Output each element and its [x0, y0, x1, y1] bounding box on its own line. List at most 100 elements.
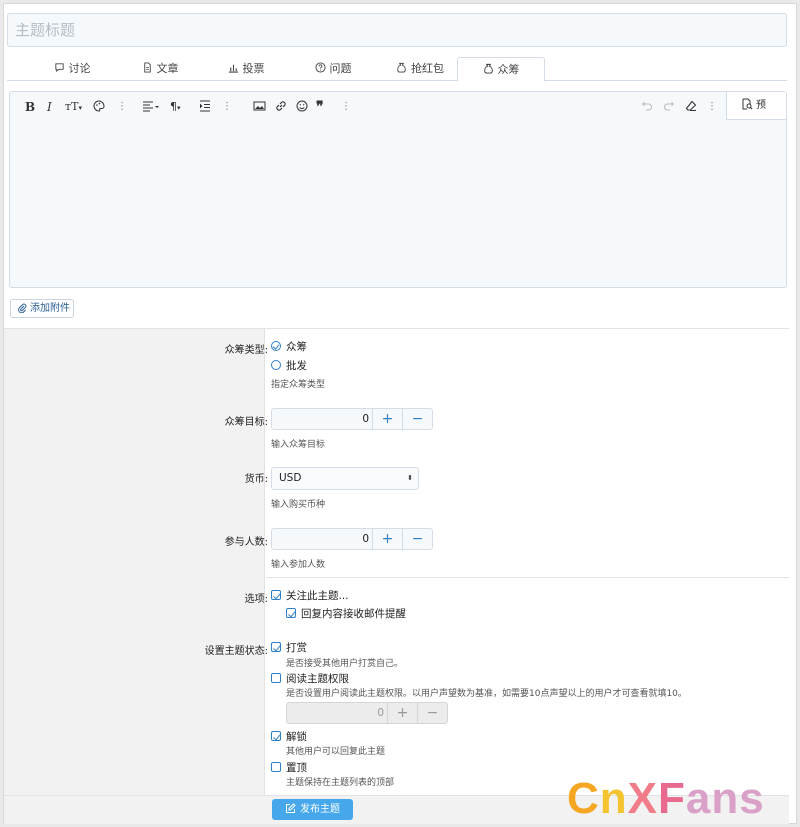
- currency-label: 货币:: [244, 474, 268, 485]
- participants-value[interactable]: 0: [272, 529, 369, 549]
- paragraph-icon[interactable]: ¶▾: [170, 100, 181, 114]
- participants-label: 参与人数:: [224, 537, 268, 548]
- read-permission-hint: 是否设置用户阅读此主题权限。以用户声望数为基准，如需要10点声望以上的用户才可查…: [286, 689, 687, 699]
- watermark-letter: C: [567, 774, 600, 823]
- link-icon[interactable]: [275, 100, 287, 114]
- title-input[interactable]: 主题标题: [7, 13, 787, 47]
- participants-stepper[interactable]: 0 + −: [271, 528, 433, 550]
- read-permission-stepper[interactable]: 0 + −: [286, 702, 448, 724]
- chevron-updown-icon: ⬍: [407, 474, 413, 482]
- target-value[interactable]: 0: [272, 409, 369, 429]
- more-icon[interactable]: ⋮: [707, 100, 717, 114]
- target-hint: 输入众筹目标: [271, 440, 326, 450]
- sticky-checkbox[interactable]: [271, 762, 281, 772]
- radio-wholesale[interactable]: [271, 360, 281, 370]
- unlock-hint: 其他用户可以回复此主题: [286, 747, 386, 757]
- rich-text-editor[interactable]: B I ᴛT▾ ⋮ ¶▾ ⋮ ❞ ⋮ ⋮ 预: [9, 91, 787, 288]
- currency-value: USD: [279, 472, 302, 484]
- more-icon[interactable]: ⋮: [222, 100, 232, 114]
- watermark-letter: X: [627, 774, 659, 823]
- type-hint: 指定众筹类型: [271, 380, 326, 390]
- editor-toolbar: B I ᴛT▾ ⋮ ¶▾ ⋮ ❞ ⋮ ⋮ 预: [10, 92, 786, 122]
- tab-question[interactable]: 问题: [298, 57, 368, 81]
- palette-icon[interactable]: [93, 100, 105, 114]
- increment-button[interactable]: +: [372, 529, 402, 549]
- indent-icon[interactable]: [199, 100, 211, 114]
- tab-article[interactable]: 文章: [125, 57, 195, 81]
- paperclip-icon: [18, 303, 27, 314]
- sticky-hint: 主题保持在主题列表的顶部: [286, 778, 395, 788]
- target-label: 众筹目标:: [224, 417, 268, 428]
- unlock-checkbox[interactable]: [271, 731, 281, 741]
- radio-wholesale-label: 批发: [286, 360, 307, 372]
- watermark-letter: F: [658, 774, 686, 823]
- bold-icon[interactable]: B: [25, 100, 35, 114]
- divider: [266, 577, 789, 578]
- watermark-letter: ans: [685, 774, 765, 823]
- watch-label: 关注此主题...: [286, 590, 349, 602]
- unlock-label: 解锁: [286, 731, 307, 743]
- label-column: [4, 329, 265, 795]
- target-stepper[interactable]: 0 + −: [271, 408, 433, 430]
- tab-label: 投票: [242, 62, 265, 75]
- preview-button[interactable]: 预: [726, 92, 786, 120]
- money-bag-icon: [397, 62, 406, 73]
- money-bag-icon: [483, 63, 493, 74]
- preview-label: 预: [756, 100, 766, 111]
- redo-icon[interactable]: [663, 100, 675, 114]
- more-icon[interactable]: ⋮: [341, 100, 351, 114]
- tab-label: 问题: [329, 62, 352, 75]
- add-attachment-button[interactable]: 添加附件: [10, 299, 74, 318]
- currency-select[interactable]: USD ⬍: [271, 467, 419, 490]
- read-permission-label: 阅读主题权限: [286, 673, 349, 685]
- post-type-tabs: 讨论 文章 投票 问题 抢红包 众筹: [7, 57, 787, 82]
- question-icon: [314, 62, 326, 73]
- status-label: 设置主题状态:: [204, 646, 268, 657]
- tab-label: 众筹: [497, 63, 520, 76]
- attach-label: 添加附件: [30, 303, 70, 314]
- crowdfund-type-label: 众筹类型:: [224, 345, 268, 356]
- align-icon[interactable]: [142, 100, 160, 114]
- watermark-letter: n: [599, 774, 628, 823]
- image-icon[interactable]: [253, 100, 266, 114]
- more-icon[interactable]: ⋮: [117, 100, 127, 114]
- decrement-button[interactable]: −: [402, 409, 432, 429]
- increment-button[interactable]: +: [372, 409, 402, 429]
- read-permission-checkbox[interactable]: [271, 673, 281, 683]
- emoji-icon[interactable]: [296, 100, 308, 114]
- decrement-button[interactable]: −: [417, 703, 447, 723]
- tab-red-packet[interactable]: 抢红包: [380, 57, 460, 81]
- text-size-icon[interactable]: ᴛT▾: [65, 100, 82, 114]
- undo-icon[interactable]: [641, 100, 653, 114]
- tab-crowdfunding[interactable]: 众筹: [457, 57, 545, 82]
- edit-icon: [286, 803, 296, 813]
- reward-hint: 是否接受其他用户打赏自己。: [286, 659, 404, 669]
- document-icon: [143, 62, 151, 73]
- tab-label: 抢红包: [411, 62, 444, 75]
- radio-crowdfund-label: 众筹: [286, 341, 307, 353]
- options-form: [4, 328, 789, 795]
- decrement-button[interactable]: −: [402, 529, 432, 549]
- italic-icon[interactable]: I: [47, 100, 52, 114]
- chat-icon: [54, 63, 64, 73]
- tab-discussion[interactable]: 讨论: [37, 57, 107, 81]
- publish-label: 发布主题: [300, 804, 340, 815]
- watch-checkbox[interactable]: [271, 590, 281, 600]
- read-permission-value[interactable]: 0: [287, 703, 384, 723]
- bar-chart-icon: [228, 64, 238, 73]
- sticky-label: 置顶: [286, 762, 307, 774]
- increment-button[interactable]: +: [387, 703, 417, 723]
- tab-label: 讨论: [68, 62, 91, 75]
- email-notify-label: 回复内容接收邮件提醒: [301, 608, 406, 620]
- search-document-icon: [742, 98, 753, 110]
- tab-poll[interactable]: 投票: [211, 57, 281, 81]
- quote-icon[interactable]: ❞: [316, 100, 324, 114]
- eraser-icon[interactable]: [685, 100, 697, 114]
- radio-crowdfund[interactable]: [271, 341, 281, 351]
- publish-button[interactable]: 发布主题: [272, 799, 353, 820]
- options-label: 选项:: [244, 594, 268, 605]
- tab-label: 文章: [156, 62, 179, 75]
- reward-checkbox[interactable]: [271, 642, 281, 652]
- reward-label: 打赏: [286, 642, 307, 654]
- email-notify-checkbox[interactable]: [286, 608, 296, 618]
